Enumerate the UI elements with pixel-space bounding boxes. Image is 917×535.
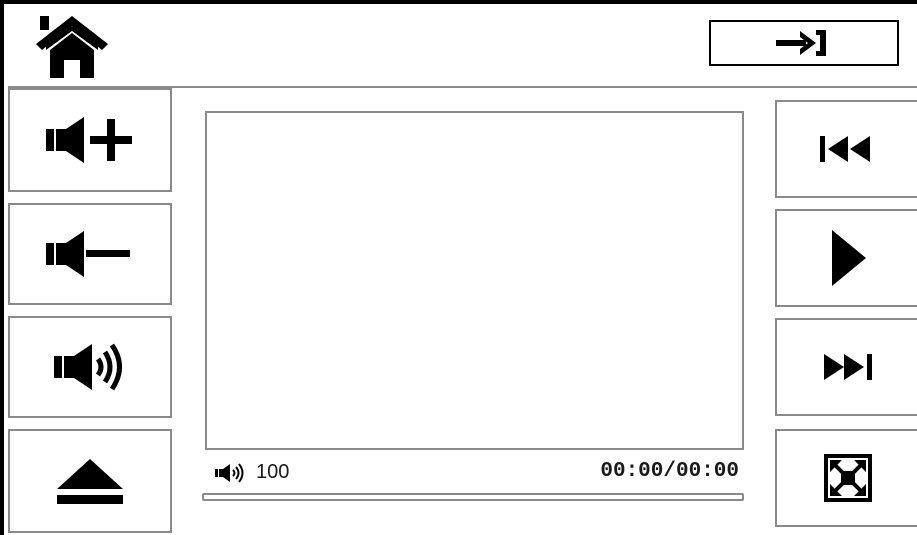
- mute-button[interactable]: [8, 316, 172, 418]
- home-icon[interactable]: [32, 10, 112, 80]
- speaker-minus-icon: [46, 231, 130, 277]
- previous-track-button[interactable]: [775, 100, 917, 198]
- time-display: 00:00/00:00: [600, 460, 739, 483]
- progress-bar[interactable]: [202, 493, 744, 501]
- fullscreen-icon: [824, 454, 872, 502]
- skip-forward-icon: [824, 354, 872, 380]
- next-track-button[interactable]: [775, 318, 917, 416]
- exit-arrow-icon: [776, 30, 826, 56]
- skip-back-icon: [820, 136, 870, 162]
- speaker-plus-icon: [46, 117, 132, 163]
- volume-status-icon: [214, 463, 248, 483]
- play-button[interactable]: [775, 209, 917, 307]
- eject-button[interactable]: [8, 429, 172, 533]
- volume-down-button[interactable]: [8, 203, 172, 305]
- app-frame: 100 00:00/00:00: [0, 0, 917, 535]
- play-icon: [832, 230, 866, 286]
- eject-icon: [57, 459, 123, 504]
- volume-level: 100: [256, 461, 290, 483]
- volume-up-button[interactable]: [8, 88, 172, 192]
- speaker-sound-icon: [54, 343, 122, 391]
- fullscreen-button[interactable]: [775, 429, 917, 527]
- video-screen[interactable]: [205, 111, 744, 450]
- exit-button[interactable]: [709, 20, 899, 66]
